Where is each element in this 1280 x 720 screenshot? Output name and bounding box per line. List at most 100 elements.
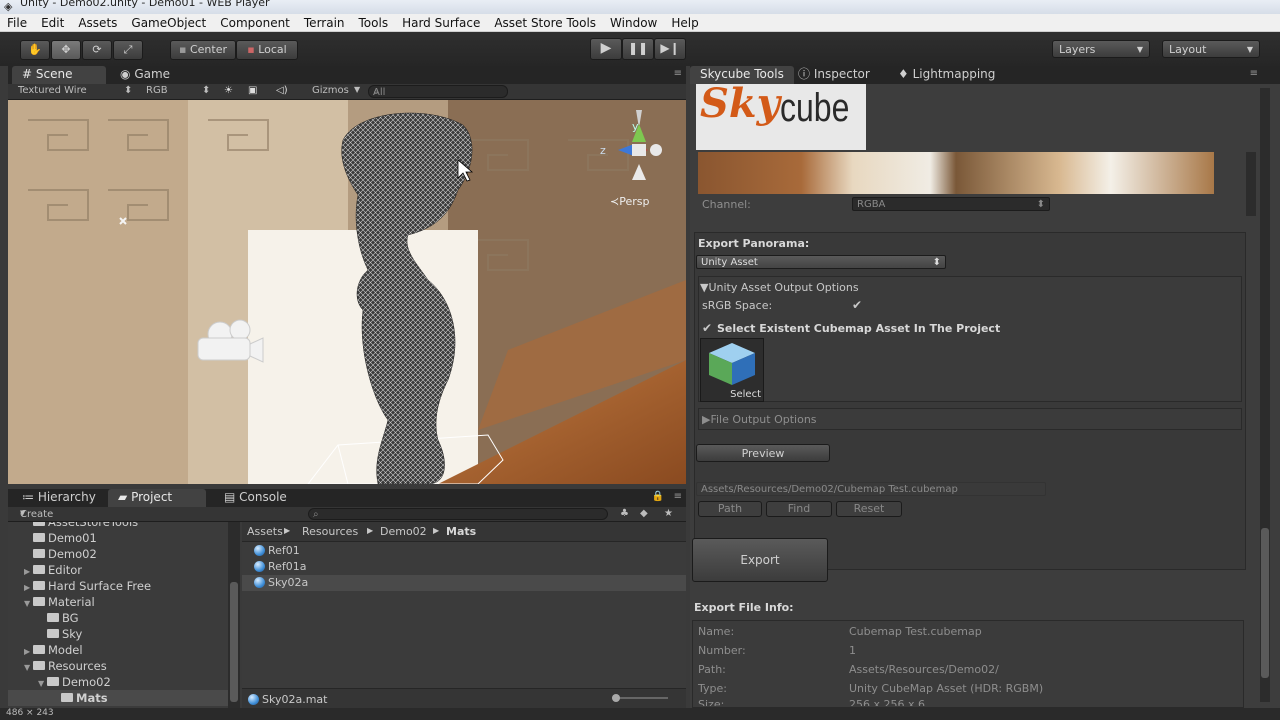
channel-dropdown[interactable]: RGBA ⬍ <box>852 197 1050 211</box>
audio-toggle-icon[interactable]: ◁) <box>276 85 288 96</box>
tree-folder-item[interactable]: ▼ Material <box>8 594 228 610</box>
step-button[interactable]: ▶❙ <box>654 38 686 60</box>
filter-type-icon[interactable]: ♣ <box>620 508 629 519</box>
preview-button[interactable]: Preview <box>696 444 830 462</box>
select-existent-checkbox[interactable]: ✔ <box>702 321 712 335</box>
menu-file[interactable]: File <box>0 14 34 31</box>
breadcrumb-resources[interactable]: Resources <box>302 525 358 538</box>
list-item[interactable]: Ref01 <box>254 543 300 559</box>
folder-icon <box>33 645 45 654</box>
scale-tool-button[interactable]: ⤢ <box>113 40 143 60</box>
tree-folder-item[interactable]: Demo01 <box>8 530 228 546</box>
file-ref01a: Ref01a <box>268 560 307 573</box>
persp-toggle[interactable]: ≺Persp <box>610 195 649 208</box>
inspector-scrollbar[interactable] <box>1260 88 1270 702</box>
tab-lightmapping[interactable]: ♦ Lightmapping <box>888 66 1005 84</box>
tab-game[interactable]: ◉ Game <box>110 66 180 84</box>
menu-assets[interactable]: Assets <box>71 14 124 31</box>
tree-folder-item[interactable]: AssetStoreTools <box>8 522 228 530</box>
gizmos-dropdown[interactable]: Gizmos <box>312 85 349 96</box>
scene-search-input[interactable]: ⌕ All <box>368 85 508 98</box>
info-size-value: 256 x 256 x 6 <box>849 698 925 706</box>
cubemap-asset-slot[interactable]: Select <box>700 338 764 402</box>
layout-dropdown[interactable]: Layout ▼ <box>1162 40 1260 58</box>
breadcrumb-demo02[interactable]: Demo02 <box>380 525 427 538</box>
path-button[interactable]: Path <box>698 501 762 517</box>
tab-project[interactable]: ▰ Project <box>108 489 206 507</box>
menu-bar: File Edit Assets GameObject Component Terrain… <box>0 14 1280 32</box>
space-local-button[interactable]: ▪ Local <box>236 40 298 60</box>
menu-help[interactable]: Help <box>664 14 705 31</box>
tab-project-label: Project <box>131 490 173 504</box>
pause-button[interactable]: ❚❚ <box>622 38 654 60</box>
menu-gameobject[interactable]: GameObject <box>124 14 213 31</box>
pivot-center-button[interactable]: ▪ Center <box>170 40 236 60</box>
render-mode-dropdown[interactable]: RGB <box>146 85 168 96</box>
tree-folder-item[interactable]: BG <box>8 610 228 626</box>
breadcrumb-mats[interactable]: Mats <box>446 525 476 538</box>
list-item[interactable]: Sky02a <box>242 575 686 591</box>
icon-size-slider-thumb[interactable] <box>612 694 620 702</box>
tab-console[interactable]: ▤ Console <box>214 489 297 507</box>
file-output-foldout[interactable]: ▶File Output Options <box>702 413 817 426</box>
layers-dropdown[interactable]: Layers ▼ <box>1052 40 1150 58</box>
breadcrumb-assets[interactable]: Assets <box>247 525 283 538</box>
persp-label: Persp <box>619 195 650 208</box>
lighting-toggle-icon[interactable]: ☀ <box>224 85 233 96</box>
menu-tools[interactable]: Tools <box>352 14 396 31</box>
export-path-field[interactable]: Assets/Resources/Demo02/Cubemap Test.cub… <box>696 482 1046 496</box>
list-item[interactable]: Ref01a <box>254 559 307 575</box>
tree-folder-label: Model <box>48 643 83 657</box>
tree-scrollbar[interactable] <box>228 522 240 720</box>
export-panorama-dropdown[interactable]: Unity Asset ⬍ <box>696 255 946 269</box>
icon-size-slider[interactable] <box>612 694 668 702</box>
draw-mode-dropdown[interactable]: Textured Wire <box>18 85 87 96</box>
tab-inspector[interactable]: ⓘ Inspector <box>788 66 880 84</box>
tree-folder-item[interactable]: ▶ Model <box>8 642 228 658</box>
axis-z-label: z <box>600 144 606 157</box>
menu-component[interactable]: Component <box>213 14 297 31</box>
channel-value: RGBA <box>857 199 886 210</box>
inspector-scrollbar-thumb[interactable] <box>1261 528 1269 678</box>
pane-menu-icon[interactable]: ≡ <box>674 491 682 502</box>
tree-folder-label: BG <box>62 611 79 625</box>
tab-scene[interactable]: # Scene <box>12 66 106 84</box>
favorite-star-icon[interactable]: ★ <box>664 508 673 519</box>
bottom-tabbar: ≔ Hierarchy ▰ Project ▤ Console 🔒 ≡ <box>8 489 686 507</box>
preview-scrollbar[interactable] <box>1246 152 1256 216</box>
tab-lightmapping-label: Lightmapping <box>912 67 996 81</box>
menu-hard-surface[interactable]: Hard Surface <box>395 14 487 31</box>
pane-menu-icon[interactable]: ≡ <box>1250 68 1258 79</box>
move-tool-button[interactable]: ✥ <box>51 40 81 60</box>
menu-edit[interactable]: Edit <box>34 14 71 31</box>
project-search-input[interactable]: ⌕ <box>308 508 608 520</box>
tree-folder-item[interactable]: ▼ Demo02 <box>8 674 228 690</box>
tree-folder-item[interactable]: Demo02 <box>8 546 228 562</box>
lock-icon[interactable]: 🔒 <box>652 491 664 502</box>
reset-button[interactable]: Reset <box>836 501 902 517</box>
srgb-checkbox[interactable]: ✔ <box>852 298 862 312</box>
tree-folder-item[interactable]: Sky <box>8 626 228 642</box>
unity-output-foldout[interactable]: ▼Unity Asset Output Options <box>700 281 859 294</box>
tree-folder-item[interactable]: ▼ Resources <box>8 658 228 674</box>
tree-folder-item[interactable]: ▶ Hard Surface Free <box>8 578 228 594</box>
menu-window[interactable]: Window <box>603 14 664 31</box>
tree-folder-item[interactable]: ▶ Editor <box>8 562 228 578</box>
export-button-label: Export <box>740 553 780 567</box>
filter-label-icon[interactable]: ◆ <box>640 508 648 519</box>
scene-viewport[interactable]: y z ≺Persp <box>8 100 686 484</box>
find-button[interactable]: Find <box>766 501 832 517</box>
menu-asset-store-tools[interactable]: Asset Store Tools <box>487 14 603 31</box>
select-existent-label: Select Existent Cubemap Asset In The Pro… <box>717 322 1001 335</box>
image-toggle-icon[interactable]: ▣ <box>248 85 257 96</box>
tab-hierarchy[interactable]: ≔ Hierarchy <box>12 489 106 507</box>
play-button[interactable]: ▶ <box>590 38 622 60</box>
export-button[interactable]: Export <box>692 538 828 582</box>
scene-tabbar: # Scene ◉ Game ≡ <box>8 66 686 84</box>
rotate-tool-button[interactable]: ⟳ <box>82 40 112 60</box>
tree-scrollbar-thumb[interactable] <box>230 582 238 702</box>
hand-tool-button[interactable]: ✋ <box>20 40 50 60</box>
menu-terrain[interactable]: Terrain <box>297 14 352 31</box>
pane-menu-icon[interactable]: ≡ <box>674 68 682 79</box>
tree-folder-item[interactable]: Mats <box>8 690 228 706</box>
